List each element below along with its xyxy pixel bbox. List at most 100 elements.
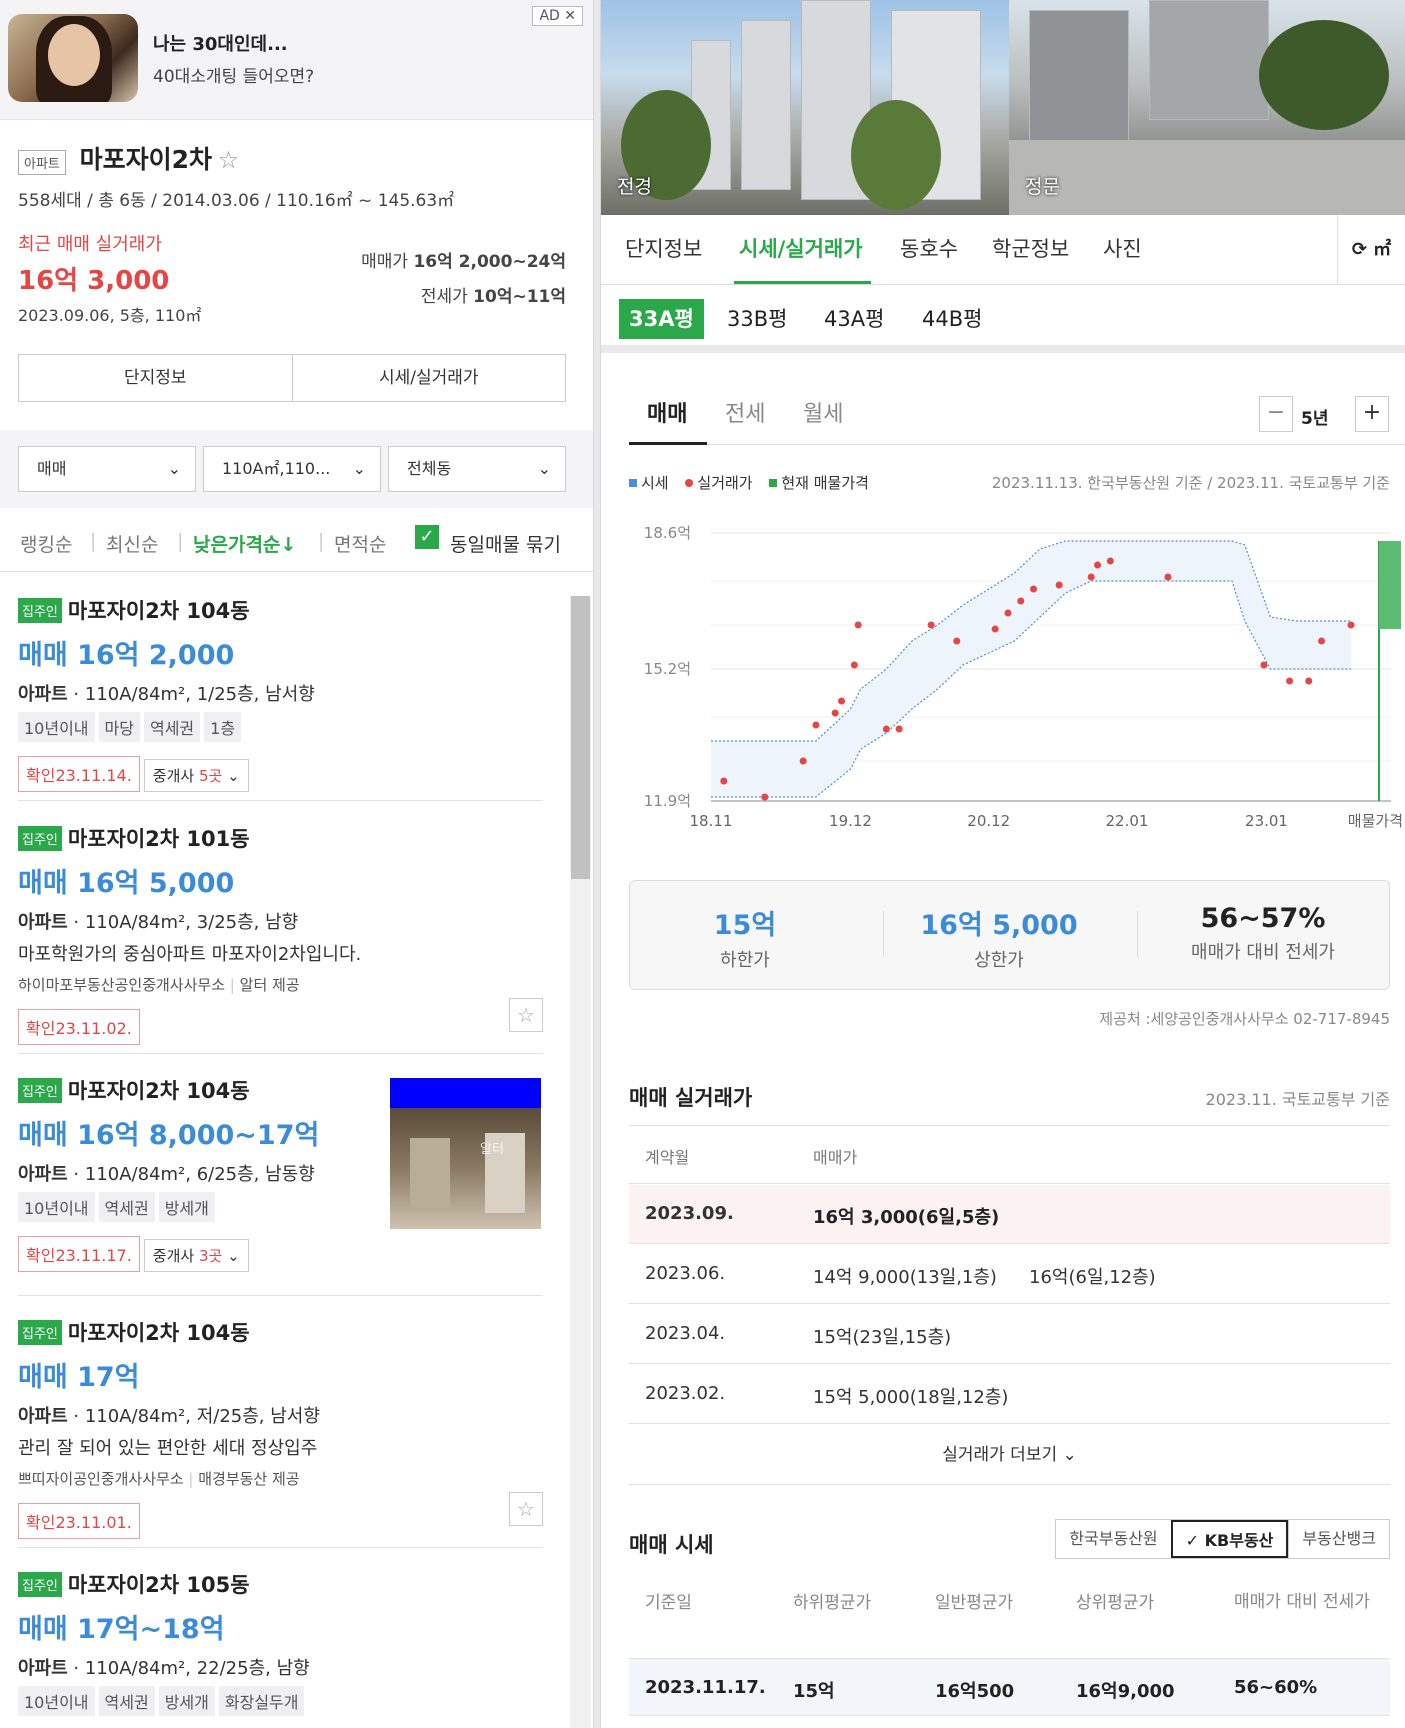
favorite-star-icon[interactable]: ☆ bbox=[509, 1492, 543, 1526]
jeonse-label: 전세가 bbox=[420, 287, 468, 307]
ad-close-badge[interactable]: AD ✕ bbox=[532, 6, 583, 26]
row-month: 2023.09. bbox=[645, 1203, 734, 1224]
table-row[interactable]: 2023.02. 15억 5,000(18일,12층) bbox=[629, 1365, 1390, 1424]
photo-label: 정문 bbox=[1025, 176, 1060, 198]
tab-monthly[interactable]: 월세 bbox=[803, 396, 843, 428]
confirm-date: 확인23.11.17. bbox=[18, 1236, 140, 1272]
row-deal: 16억 3,000(6일,5층) bbox=[813, 1207, 1000, 1228]
summary-ratio: 56~57% 매매가 대비 전세가 bbox=[1138, 903, 1388, 964]
pyeong-tab-44b[interactable]: 44B평 bbox=[912, 299, 992, 339]
sort-latest[interactable]: 최신순 bbox=[106, 530, 158, 557]
y-tick-label: 15.2억 bbox=[644, 660, 691, 678]
photo-strip: 전경 정문 bbox=[601, 0, 1405, 215]
favorite-star-icon[interactable]: ☆ bbox=[218, 146, 240, 174]
agent-count-button[interactable]: 중개사 3곳 ⌄ bbox=[143, 1239, 249, 1272]
sort-low-price[interactable]: 낮은가격순↓ bbox=[193, 530, 296, 557]
list-item[interactable]: 집주인 마포자이2차 104동 매매 16억 2,000 아파트 · 110A/8… bbox=[18, 595, 543, 792]
listing-spec: 아파트 · 110A/84m², 3/25층, 남향 bbox=[18, 912, 299, 933]
tab-sale[interactable]: 매매 bbox=[647, 396, 687, 428]
summary-low-value: 15억 bbox=[713, 910, 777, 941]
trade-type-select[interactable]: 매매 ⌄ bbox=[18, 446, 196, 492]
list-item[interactable]: 집주인 마포자이2차 101동 매매 16억 5,000 아파트 · 110A/8… bbox=[18, 823, 543, 1045]
ad-image[interactable] bbox=[8, 14, 138, 102]
tag-chip: 1층 bbox=[204, 712, 242, 742]
market-price-title: 매매 시세 bbox=[629, 1533, 714, 1557]
scrollbar-thumb[interactable] bbox=[571, 596, 590, 879]
jeonse-price-range: 전세가 10억~11억 bbox=[421, 282, 566, 307]
table-row[interactable]: 2023.06. 14억 9,000(13일,1층) 16억(6일,12층) bbox=[629, 1245, 1390, 1304]
row-month: 2023.02. bbox=[645, 1383, 726, 1404]
tab-school[interactable]: 학군정보 bbox=[992, 233, 1069, 263]
ad-banner[interactable]: AD ✕ 나는 30대인데... 40대소개팅 들어오면? bbox=[0, 0, 593, 120]
listing-price-summary: 15억 하한가 16억 5,000 상한가 56~57% 매매가 대비 전세가 bbox=[629, 880, 1390, 990]
listing-spec-detail: 110A/84m², 6/25층, 남동향 bbox=[84, 1164, 315, 1185]
agent-count-button[interactable]: 중개사 5곳 ⌄ bbox=[143, 759, 249, 792]
listing-type: 아파트 bbox=[18, 1406, 68, 1427]
list-item[interactable]: 집주인 마포자이2차 105동 매매 17억~18억 아파트 · 110A/84m… bbox=[18, 1569, 543, 1728]
area-select[interactable]: 110A㎡,110... ⌄ bbox=[203, 446, 381, 492]
tab-units[interactable]: 동호수 bbox=[900, 233, 958, 263]
header-ratio: 매매가 대비 전세가 bbox=[1234, 1592, 1370, 1612]
listing-thumbnail[interactable]: 알터 bbox=[390, 1078, 541, 1229]
actual-trade-point bbox=[1106, 557, 1114, 565]
tab-price-history[interactable]: 시세/실거래가 bbox=[739, 233, 863, 263]
scrollbar[interactable] bbox=[570, 596, 591, 1728]
legend-listing-swatch bbox=[769, 478, 778, 487]
list-item[interactable]: 집주인 마포자이2차 104동 매매 16억 8,000~17억 아파트 · 11… bbox=[18, 1075, 543, 1272]
actual-trade-point bbox=[812, 721, 820, 729]
source-kb[interactable]: ✓ KB부동산 bbox=[1170, 1520, 1289, 1558]
x-tick-label: 23.01 bbox=[1245, 812, 1288, 830]
tab-jeonse[interactable]: 전세 bbox=[725, 396, 765, 428]
sort-area[interactable]: 면적순 bbox=[334, 530, 386, 557]
dong-select[interactable]: 전체동 ⌄ bbox=[388, 446, 566, 492]
table-row[interactable]: 2023.09. 16억 3,000(6일,5층) bbox=[629, 1185, 1390, 1244]
complex-info-button[interactable]: 단지정보 bbox=[19, 355, 292, 401]
actual-trade-point bbox=[761, 793, 769, 801]
actual-trade-point bbox=[1004, 609, 1012, 617]
jeonse-value: 10억~11억 bbox=[473, 287, 566, 307]
tab-photos[interactable]: 사진 bbox=[1103, 233, 1142, 263]
panel-divider[interactable] bbox=[593, 0, 601, 1728]
period-label: 5년 bbox=[1301, 409, 1329, 429]
period-minus-button[interactable]: − bbox=[1259, 396, 1293, 432]
tag-chip: 역세권 bbox=[98, 1192, 155, 1222]
ad-subline[interactable]: 40대소개팅 들어오면? bbox=[153, 62, 314, 87]
price-chart[interactable]: 18.6억 15.2억 11.9억 18.11 19.12 20.12 22.01 23.01… bbox=[601, 505, 1405, 845]
cell-date: 2023.11.17. bbox=[645, 1677, 766, 1698]
more-trades-button[interactable]: 실거래가 더보기 ⌄ bbox=[629, 1440, 1390, 1465]
tag-chip: 10년이내 bbox=[18, 712, 95, 742]
pyeong-tab-43a[interactable]: 43A평 bbox=[814, 299, 894, 339]
photo-overview[interactable]: 전경 bbox=[601, 0, 1009, 215]
source-reb[interactable]: 한국부동산원 bbox=[1056, 1520, 1170, 1558]
sort-bar: 랭킹순 | 최신순 | 낮은가격순↓ | 면적순 동일매물 묶기 bbox=[0, 508, 593, 572]
chart-legend: 시세 실거래가 현재 매물가격 bbox=[629, 472, 869, 493]
confirm-date: 확인23.11.01. bbox=[18, 1503, 140, 1539]
group-same-listings-label[interactable]: 동일매물 묶기 bbox=[450, 530, 561, 557]
listing-spec-detail: 110A/84m², 1/25층, 남서향 bbox=[84, 684, 315, 705]
period-plus-button[interactable]: + bbox=[1355, 396, 1389, 432]
photo-entrance[interactable]: 정문 bbox=[1009, 0, 1405, 215]
pyeong-tab-33a[interactable]: 33A평 bbox=[619, 299, 704, 339]
list-item[interactable]: 집주인 마포자이2차 104동 매매 17억 아파트 · 110A/84m², 저… bbox=[18, 1317, 543, 1539]
pyeong-tab-33b[interactable]: 33B평 bbox=[717, 299, 797, 339]
unit-toggle-button[interactable]: ⟳ ㎡ bbox=[1337, 215, 1405, 285]
sort-ranking[interactable]: 랭킹순 bbox=[20, 530, 72, 557]
summary-low-label: 하한가 bbox=[720, 950, 770, 971]
ad-headline[interactable]: 나는 30대인데... bbox=[153, 30, 288, 56]
price-history-button[interactable]: 시세/실거래가 bbox=[291, 355, 566, 401]
actual-trade-point bbox=[1055, 581, 1063, 589]
complex-info: 558세대 / 총 6동 / 2014.03.06 / 110.16㎡ ~ 14… bbox=[18, 191, 455, 211]
chevron-down-icon: ⌄ bbox=[167, 459, 181, 478]
tab-complex-info[interactable]: 단지정보 bbox=[625, 233, 702, 263]
table-row[interactable]: 2023.11.17. 15억 16억500 16억9,000 56~60% bbox=[629, 1658, 1390, 1716]
group-same-listings-checkbox[interactable]: ✓ bbox=[415, 525, 439, 549]
favorite-star-icon[interactable]: ☆ bbox=[509, 998, 543, 1032]
actual-trade-point bbox=[799, 757, 807, 765]
table-row[interactable]: 2023.04. 15억(23일,15층) bbox=[629, 1305, 1390, 1364]
actual-trade-point bbox=[1305, 677, 1313, 685]
property-type-tag: 아파트 bbox=[18, 150, 66, 175]
listing-type: 아파트 bbox=[18, 684, 68, 705]
source-bank[interactable]: 부동산뱅크 bbox=[1288, 1520, 1389, 1558]
chevron-down-icon: ⌄ bbox=[227, 767, 240, 785]
actual-trade-point bbox=[720, 777, 728, 785]
